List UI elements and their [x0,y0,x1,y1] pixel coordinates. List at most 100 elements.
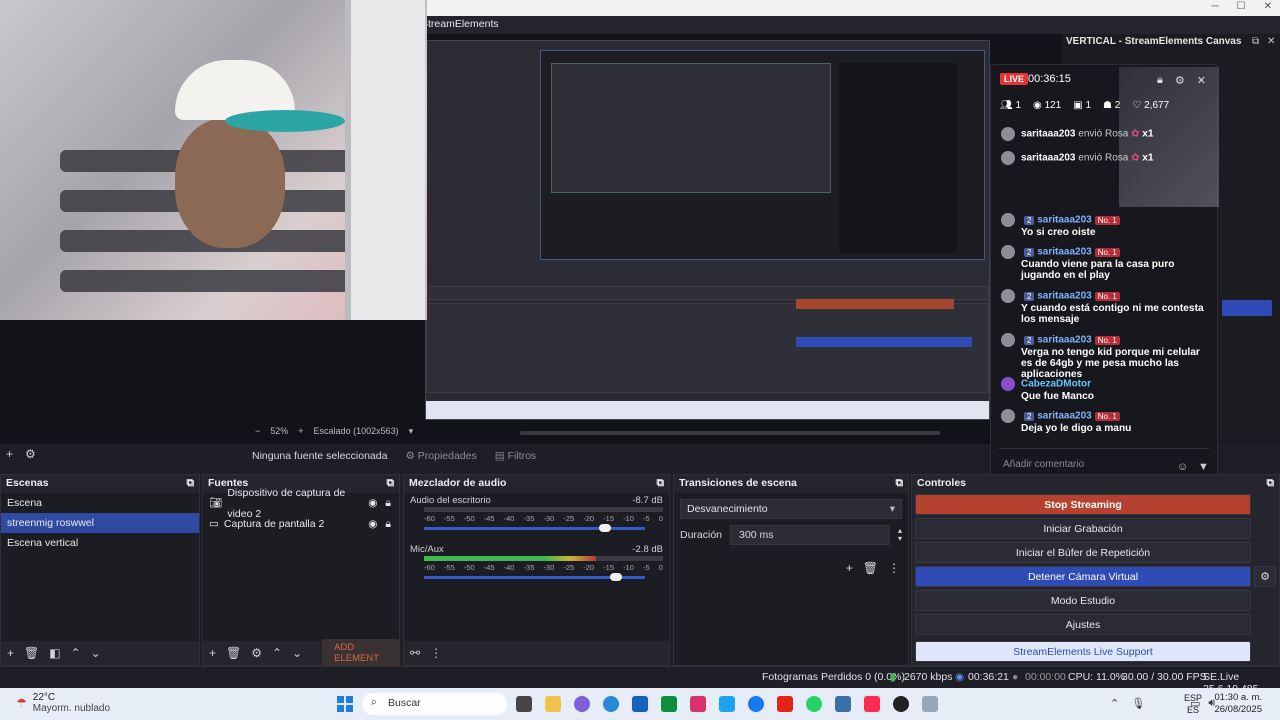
zoom-in-button[interactable]: + [298,426,303,440]
trash-icon[interactable]: 🗑︎ [24,646,39,660]
add-icon[interactable]: + [6,447,13,461]
obs-studio-window: ─ ☐ ✕ StreamElements VERTICAL - StreamEl… [0,0,1280,720]
weather-widget[interactable]: ☂ 22°C Mayorm. nublado [16,692,110,714]
live-badge: LIVE [1000,73,1029,85]
maximize-button[interactable]: ☐ [1237,1,1246,12]
trash-icon[interactable]: 🗑︎ [226,646,241,660]
avatar [1001,151,1015,165]
close-icon[interactable]: ✕ [1197,74,1206,87]
gear-icon[interactable]: ⚙ [25,447,36,461]
youtube-icon[interactable] [777,696,793,712]
move-down-icon[interactable]: ⌄ [292,646,302,660]
dock-undock-icon[interactable]: ⧉ [1267,477,1275,490]
channel-db: -8.7 dB [632,495,663,506]
preview-scrollbar[interactable] [520,431,940,435]
close-button[interactable]: ✕ [1264,1,1272,12]
gifts-stat: ▣ 1 [1073,100,1092,111]
stop-streaming-button[interactable]: Stop Streaming [915,494,1251,515]
filters-button[interactable]: ▤ Filtros [495,450,536,462]
task-view-icon[interactable] [516,696,532,712]
sources-toolbar: + 🗑︎ ⚙ ⌃ ⌄ ADD ELEMENT [203,639,399,667]
app-icon[interactable] [835,696,851,712]
store-icon[interactable] [632,696,648,712]
windows-start-icon[interactable] [337,696,353,712]
filter-icon[interactable]: ▼ [1198,461,1209,473]
transition-tools: + 🗑︎ ⋮ [846,561,900,575]
mic-icon[interactable]: 🎙︎ [1131,697,1145,710]
gear-icon[interactable]: ⚙ [251,646,262,660]
copilot-icon[interactable] [574,696,590,712]
gear-icon[interactable]: ⚙ [1254,566,1276,587]
meter-scale: -60 -55 -50 -45 -40 -35 -30 -25 -20 -15 -10 -5 0 [424,514,663,523]
dock-side-button[interactable] [1222,300,1272,316]
settings-button[interactable]: Ajustes [915,614,1251,635]
kick-icon[interactable] [661,696,677,712]
scene-item[interactable]: Escena [1,493,199,513]
filters-icon[interactable]: ◧ [49,646,60,660]
taskbar-search[interactable]: ⌕ Buscar [362,693,507,715]
dock-undock-icon[interactable]: ⧉ [187,477,195,490]
eye-icon[interactable]: ◉ [368,514,377,535]
move-down-icon[interactable]: ⌄ [91,646,101,660]
duration-label: Duración [680,529,723,541]
eye-icon[interactable]: ◉ [368,493,377,514]
avatar [1001,333,1015,347]
trash-icon[interactable]: 🗑︎ [863,561,878,575]
live-support-button[interactable]: StreamElements Live Support [915,641,1251,662]
volume-slider[interactable] [424,573,645,581]
facebook-icon[interactable] [748,696,764,712]
mixer-channels: Audio del escritorio -8.7 dB -60 -55 -50 -45… [404,493,669,641]
scene-item[interactable]: Escena vertical [1,533,199,553]
menu-icon[interactable]: ⋮ [888,561,900,575]
obs-icon[interactable] [893,696,909,712]
link-icon[interactable]: ⚯ [410,646,420,660]
source-item[interactable]: 📷︎ Dispositivo de captura de video 2 ◉ 🔒︎ [203,487,399,520]
nested-taskbar [426,401,989,419]
volume-slider[interactable] [424,524,645,532]
status-bar: Fotogramas Perdidos 0 (0.0%) ▮ 2670 kbps… [0,666,1280,695]
move-up-icon[interactable]: ⌃ [272,646,282,660]
lock-icon[interactable]: 🔒︎ [385,493,391,514]
channel-db: -2.8 dB [632,544,663,555]
lock-icon[interactable]: 🔒︎ [1157,74,1163,87]
stop-virtual-camera-button[interactable]: Detener Cámara Virtual [915,566,1251,587]
chevron-up-icon[interactable]: ⌃ [1110,697,1119,710]
scaling-dropdown-icon[interactable]: ▾ [409,426,414,440]
instagram-icon[interactable] [690,696,706,712]
dock-undock-icon[interactable]: ⧉ [387,477,395,490]
whatsapp-icon[interactable] [806,696,822,712]
app-icon[interactable] [922,696,938,712]
replay-buffer-button[interactable]: Iniciar el Búfer de Repetición [915,542,1251,563]
transition-select[interactable]: Desvanecimiento [680,499,902,519]
add-source-icon[interactable]: + [209,646,216,660]
move-up-icon[interactable]: ⌃ [71,646,81,660]
preview-left-tools: + ⚙ [6,447,36,461]
file-explorer-icon[interactable] [545,696,561,712]
followers-icon: 👥︎ [1000,100,1013,111]
edge-icon[interactable] [603,696,619,712]
properties-button[interactable]: ⚙ Propiedades [405,450,476,462]
lock-icon[interactable]: 🔒︎ [385,514,391,535]
add-scene-icon[interactable]: + [7,646,14,660]
scene-item-selected[interactable]: streenmig roswwel [1,513,199,533]
zoom-out-button[interactable]: − [255,426,260,440]
app-titlebar: StreamElements [415,16,1280,34]
twitter-icon[interactable] [719,696,735,712]
dock-undock-icon[interactable]: ⧉ [657,477,665,490]
dock-undock-icon[interactable]: ⧉ [896,477,904,490]
source-item[interactable]: ▭ Captura de pantalla 2 ◉ 🔒︎ [203,514,399,535]
minimize-button[interactable]: ─ [1212,1,1219,12]
dock-close-icon[interactable]: ✕ [1267,36,1275,47]
add-transition-icon[interactable]: + [846,561,853,575]
duration-stepper[interactable]: ▴ ▾ [898,527,902,543]
settings-icon[interactable]: ⚙ [1175,74,1185,87]
clock[interactable]: 01:30 a. m. 26/08/2025 [1214,692,1262,716]
duration-input[interactable]: 300 ms [730,525,890,545]
network-icon[interactable]: ▭ [1190,697,1200,710]
add-element-button[interactable]: ADD ELEMENT [322,639,399,667]
menu-icon[interactable]: ⋮ [430,646,442,660]
studio-mode-button[interactable]: Modo Estudio [915,590,1251,611]
start-recording-button[interactable]: Iniciar Grabación [915,518,1251,539]
tiktok-icon[interactable] [864,696,880,712]
dock-float-icon[interactable]: ⧉ [1252,36,1259,47]
